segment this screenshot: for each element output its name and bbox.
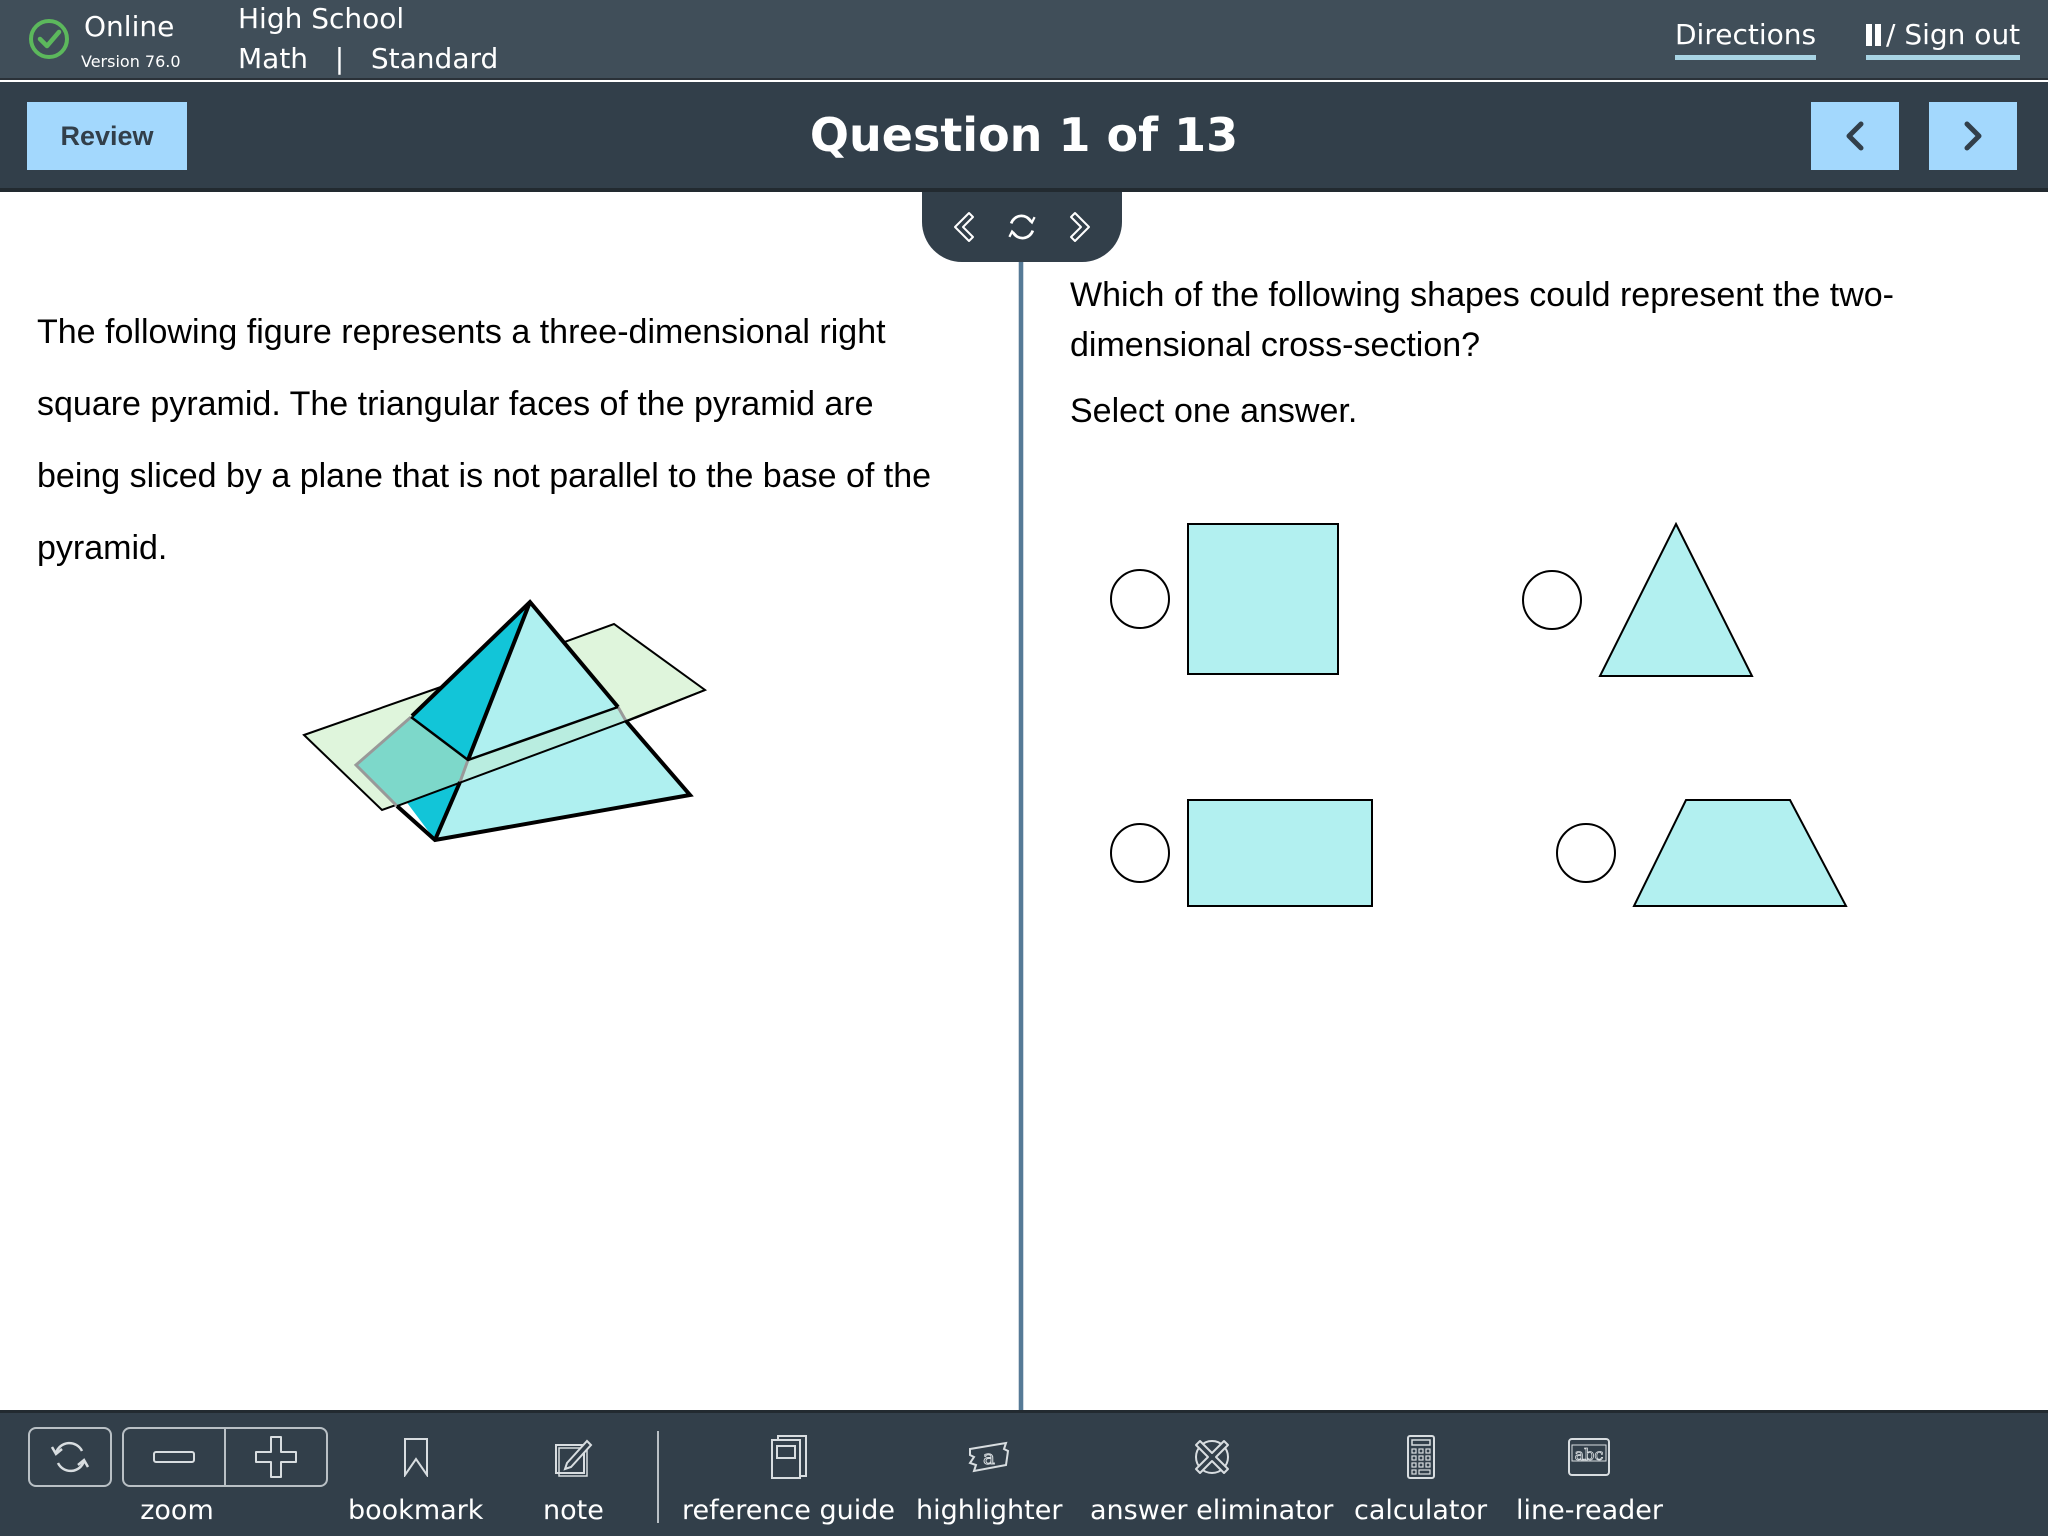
signout-link[interactable]: / Sign out: [1866, 18, 2021, 60]
course-subject: Math: [238, 42, 309, 75]
radio-button[interactable]: [1556, 823, 1616, 883]
radio-button[interactable]: [1110, 569, 1170, 629]
refresh-icon: [50, 1441, 90, 1473]
course-level: High School: [238, 2, 405, 35]
note-icon: [555, 1439, 593, 1477]
pane-divider[interactable]: [1018, 262, 1024, 1410]
trapezoid-shape: [1632, 799, 1848, 907]
tool-label: calculator: [1354, 1495, 1488, 1526]
triangle-shape: [1598, 522, 1754, 677]
plus-icon: [255, 1436, 297, 1478]
question-counter: Question 1 of 13: [809, 108, 1239, 162]
tools-toolbar: zoom bookmark note reference guide a hig…: [0, 1410, 2048, 1536]
answer-option-a[interactable]: [1110, 522, 1340, 676]
radio-button[interactable]: [1110, 823, 1170, 883]
toolbar-separator: [657, 1431, 659, 1523]
line-reader-tool[interactable]: abc line-reader: [1516, 1427, 1663, 1526]
line-reader-icon: abc: [1568, 1438, 1611, 1476]
zoom-controls: [122, 1427, 328, 1487]
highlighter-icon: a: [968, 1441, 1010, 1473]
passage-text: The following figure represents a three-…: [37, 313, 932, 567]
note-tool[interactable]: note: [543, 1427, 604, 1526]
calculator-icon: [1406, 1435, 1435, 1479]
next-question-button[interactable]: [1929, 102, 2017, 170]
zoom-out-button[interactable]: [124, 1429, 226, 1485]
square-shape: [1187, 523, 1339, 675]
answer-option-b[interactable]: [1522, 522, 1754, 678]
signout-label: / Sign out: [1886, 18, 2021, 51]
answer-option-d[interactable]: [1556, 798, 1848, 908]
tool-label: answer eliminator: [1090, 1495, 1334, 1526]
tool-label: highlighter: [916, 1495, 1063, 1526]
pyramid-figure: [302, 599, 708, 843]
minus-icon: [153, 1451, 195, 1463]
svg-text:abc: abc: [1575, 1445, 1604, 1464]
question-prompt: Which of the following shapes could repr…: [1070, 276, 1895, 364]
zoom-label: zoom: [140, 1495, 214, 1526]
pane-resize-controls: [922, 192, 1122, 262]
rectangle-shape: [1187, 799, 1373, 907]
course-subject-mode: Math | Standard: [238, 42, 498, 75]
pause-icon: [1866, 20, 1884, 42]
zoom-reset-button[interactable]: [28, 1427, 112, 1487]
answer-option-c[interactable]: [1110, 798, 1374, 908]
reset-panes-icon[interactable]: [1004, 207, 1040, 247]
svg-text:a: a: [983, 1445, 995, 1469]
chevron-left-icon: [1846, 121, 1864, 151]
highlighter-tool[interactable]: a highlighter: [916, 1427, 1062, 1526]
tool-label: note: [543, 1495, 604, 1526]
previous-question-button[interactable]: [1811, 102, 1899, 170]
calculator-tool[interactable]: calculator: [1354, 1427, 1487, 1526]
expand-right-pane-icon[interactable]: [947, 207, 983, 247]
radio-button[interactable]: [1522, 570, 1582, 630]
connection-status: Online: [84, 10, 175, 43]
question-header: Review Question 1 of 13: [0, 82, 2048, 192]
directions-link[interactable]: Directions: [1675, 18, 1817, 60]
online-check-icon: [29, 19, 69, 59]
expand-left-pane-icon[interactable]: [1061, 207, 1097, 247]
book-icon: [770, 1435, 807, 1479]
tool-label: reference guide: [682, 1495, 896, 1526]
course-mode: Standard: [370, 42, 499, 75]
question-instruction: Select one answer.: [1070, 392, 1358, 430]
bookmark-tool[interactable]: bookmark: [348, 1427, 483, 1526]
tool-label: line-reader: [1516, 1495, 1663, 1526]
version-label: Version 76.0: [81, 52, 181, 71]
reference-guide-tool[interactable]: reference guide: [682, 1427, 895, 1526]
course-separator: |: [334, 42, 345, 75]
zoom-in-button[interactable]: [226, 1429, 326, 1485]
answer-eliminator-icon: [1194, 1440, 1229, 1474]
top-status-bar: Online Version 76.0 High School Math | S…: [0, 0, 2048, 80]
chevron-right-icon: [1964, 121, 1982, 151]
answer-eliminator-tool[interactable]: answer eliminator: [1090, 1427, 1333, 1526]
bookmark-icon: [403, 1438, 428, 1477]
tool-label: bookmark: [348, 1495, 484, 1526]
